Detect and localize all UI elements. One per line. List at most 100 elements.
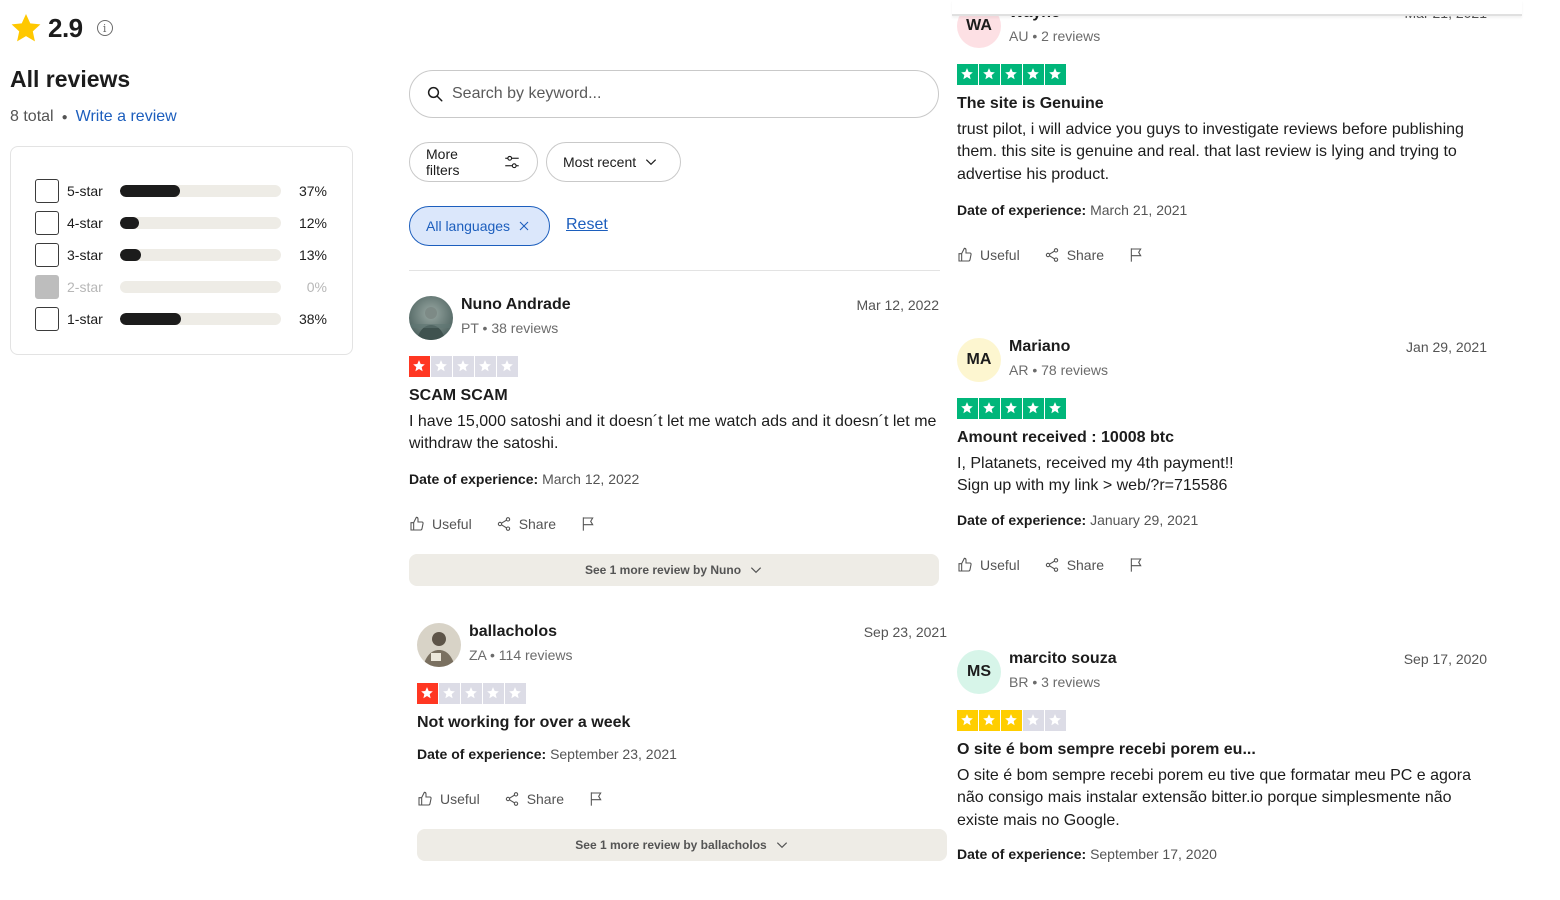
review-card: ballacholos ZA • 114 reviews Sep 23, 202… xyxy=(417,623,947,861)
more-filters-button[interactable]: More filters xyxy=(409,142,538,182)
total-line: 8 total ● Write a review xyxy=(10,108,177,126)
search-box[interactable] xyxy=(409,70,939,118)
useful-button[interactable]: Useful xyxy=(409,516,472,532)
doe-label: Date of experience: xyxy=(409,470,539,487)
thumbs-up-icon xyxy=(958,247,972,262)
reviewer-name[interactable]: marcito souza xyxy=(1009,650,1117,668)
avatar[interactable] xyxy=(417,623,461,667)
star-icon xyxy=(11,14,41,42)
dist-bar xyxy=(120,185,281,197)
avatar[interactable]: MS xyxy=(957,650,1001,694)
star-filled-icon xyxy=(1023,64,1044,85)
rating-value: 2.9 xyxy=(48,12,83,43)
review-header: ballacholos ZA • 114 reviews Sep 23, 202… xyxy=(417,623,947,669)
dist-row-2: 2-star 0% xyxy=(35,271,328,303)
star-filled-icon xyxy=(979,64,1000,85)
info-icon[interactable]: i xyxy=(96,20,113,36)
star-filled-icon xyxy=(409,356,430,377)
language-filter-chip[interactable]: All languages xyxy=(409,206,550,246)
search-icon xyxy=(427,86,443,102)
review-title[interactable]: Amount received : 10008 btc xyxy=(957,429,1487,447)
share-button[interactable]: Share xyxy=(1044,557,1104,573)
date-of-experience: Date of experience: March 21, 2021 xyxy=(957,202,1487,218)
share-label: Share xyxy=(518,515,557,532)
share-button[interactable]: Share xyxy=(1044,247,1104,263)
dist-row-1[interactable]: 1-star 38% xyxy=(35,303,328,335)
flag-icon xyxy=(590,791,602,806)
checkbox-4-star[interactable] xyxy=(35,211,59,235)
star-empty-icon xyxy=(1045,710,1066,731)
star-empty-icon xyxy=(497,356,518,377)
share-button[interactable]: Share xyxy=(496,516,556,532)
useful-button[interactable]: Useful xyxy=(417,791,480,807)
review-actions: Useful Share xyxy=(957,247,1487,263)
report-button[interactable] xyxy=(1128,557,1144,573)
share-icon xyxy=(1045,557,1058,572)
share-label: Share xyxy=(526,790,565,807)
total-count: 8 total xyxy=(10,108,54,125)
write-review-link[interactable]: Write a review xyxy=(76,108,177,126)
filter-sliders-icon xyxy=(505,155,519,169)
star-empty-icon xyxy=(461,683,482,704)
review-title[interactable]: SCAM SCAM xyxy=(409,387,939,405)
reviewer-name[interactable]: ballacholos xyxy=(469,623,557,641)
dist-label: 4-star xyxy=(67,215,103,231)
reviewer-name[interactable]: Nuno Andrade xyxy=(461,296,571,314)
doe-label: Date of experience: xyxy=(957,511,1087,528)
see-more-reviews-button[interactable]: See 1 more review by Nuno xyxy=(409,553,939,586)
star-rating xyxy=(957,398,1487,419)
review-date: Sep 17, 2020 xyxy=(1403,651,1487,667)
dist-pct: 12% xyxy=(298,215,327,231)
sort-dropdown[interactable]: Most recent xyxy=(546,142,681,182)
reviewer-name[interactable]: Mariano xyxy=(1009,338,1070,356)
share-button[interactable]: Share xyxy=(504,791,564,807)
dist-row-5[interactable]: 5-star 37% xyxy=(35,175,328,207)
avatar[interactable]: MA xyxy=(957,338,1001,382)
reviewer-meta: AR • 78 reviews xyxy=(1009,362,1109,378)
useful-label: Useful xyxy=(980,247,1020,263)
dist-row-4[interactable]: 4-star 12% xyxy=(35,207,328,239)
useful-label: Useful xyxy=(440,790,480,807)
rating-summary: 2.9 i xyxy=(10,12,113,44)
useful-button[interactable]: Useful xyxy=(957,247,1020,263)
doe-label: Date of experience: xyxy=(417,745,547,762)
review-card: Nuno Andrade PT • 38 reviews Mar 12, 202… xyxy=(409,296,939,586)
useful-label: Useful xyxy=(432,515,472,532)
review-actions: Useful Share xyxy=(957,557,1487,573)
close-icon[interactable] xyxy=(518,220,530,232)
review-title[interactable]: O site é bom sempre recebi porem eu... xyxy=(957,741,1487,759)
report-button[interactable] xyxy=(580,516,596,532)
reviewer-meta: PT • 38 reviews xyxy=(461,320,559,336)
see-more-reviews-button[interactable]: See 1 more review by ballacholos xyxy=(417,828,947,861)
doe-value: September 17, 2020 xyxy=(1090,846,1217,862)
dist-pct: 0% xyxy=(306,279,327,295)
review-body-line: Sign up with my link > web/?r=715586 xyxy=(957,477,1228,494)
thumbs-up-icon xyxy=(410,516,424,531)
star-filled-icon xyxy=(1045,398,1066,419)
report-button[interactable] xyxy=(588,791,604,807)
report-button[interactable] xyxy=(1128,247,1144,263)
star-empty-icon xyxy=(505,683,526,704)
review-body: I, Platanets, received my 4th payment!! … xyxy=(957,453,1487,498)
useful-button[interactable]: Useful xyxy=(957,557,1020,573)
star-filled-icon xyxy=(1001,710,1022,731)
checkbox-3-star[interactable] xyxy=(35,243,59,267)
rating-distribution: 5-star 37% 4-star 12% 3-star 13% 2-star … xyxy=(10,146,353,355)
review-title[interactable]: Not working for over a week xyxy=(417,714,947,732)
dist-bar-fill xyxy=(120,185,180,197)
checkbox-1-star[interactable] xyxy=(35,307,59,331)
review-body-line: I, Platanets, received my 4th payment!! xyxy=(957,454,1234,472)
review-card: MA Mariano AR • 78 reviews Jan 29, 2021 … xyxy=(957,338,1487,573)
page-title: All reviews xyxy=(10,66,131,92)
star-empty-icon xyxy=(439,683,460,704)
dist-bar-fill xyxy=(120,313,182,325)
dist-row-3[interactable]: 3-star 13% xyxy=(35,239,328,271)
checkbox-5-star[interactable] xyxy=(35,179,59,203)
reset-link[interactable]: Reset xyxy=(566,216,608,234)
reviewer-meta: ZA • 114 reviews xyxy=(469,647,573,663)
review-header: MA Mariano AR • 78 reviews Jan 29, 2021 xyxy=(957,338,1487,384)
review-header: MS marcito souza BR • 3 reviews Sep 17, … xyxy=(957,650,1487,696)
search-input[interactable] xyxy=(452,85,892,103)
avatar[interactable] xyxy=(409,296,453,340)
review-title[interactable]: The site is Genuine xyxy=(957,95,1487,113)
